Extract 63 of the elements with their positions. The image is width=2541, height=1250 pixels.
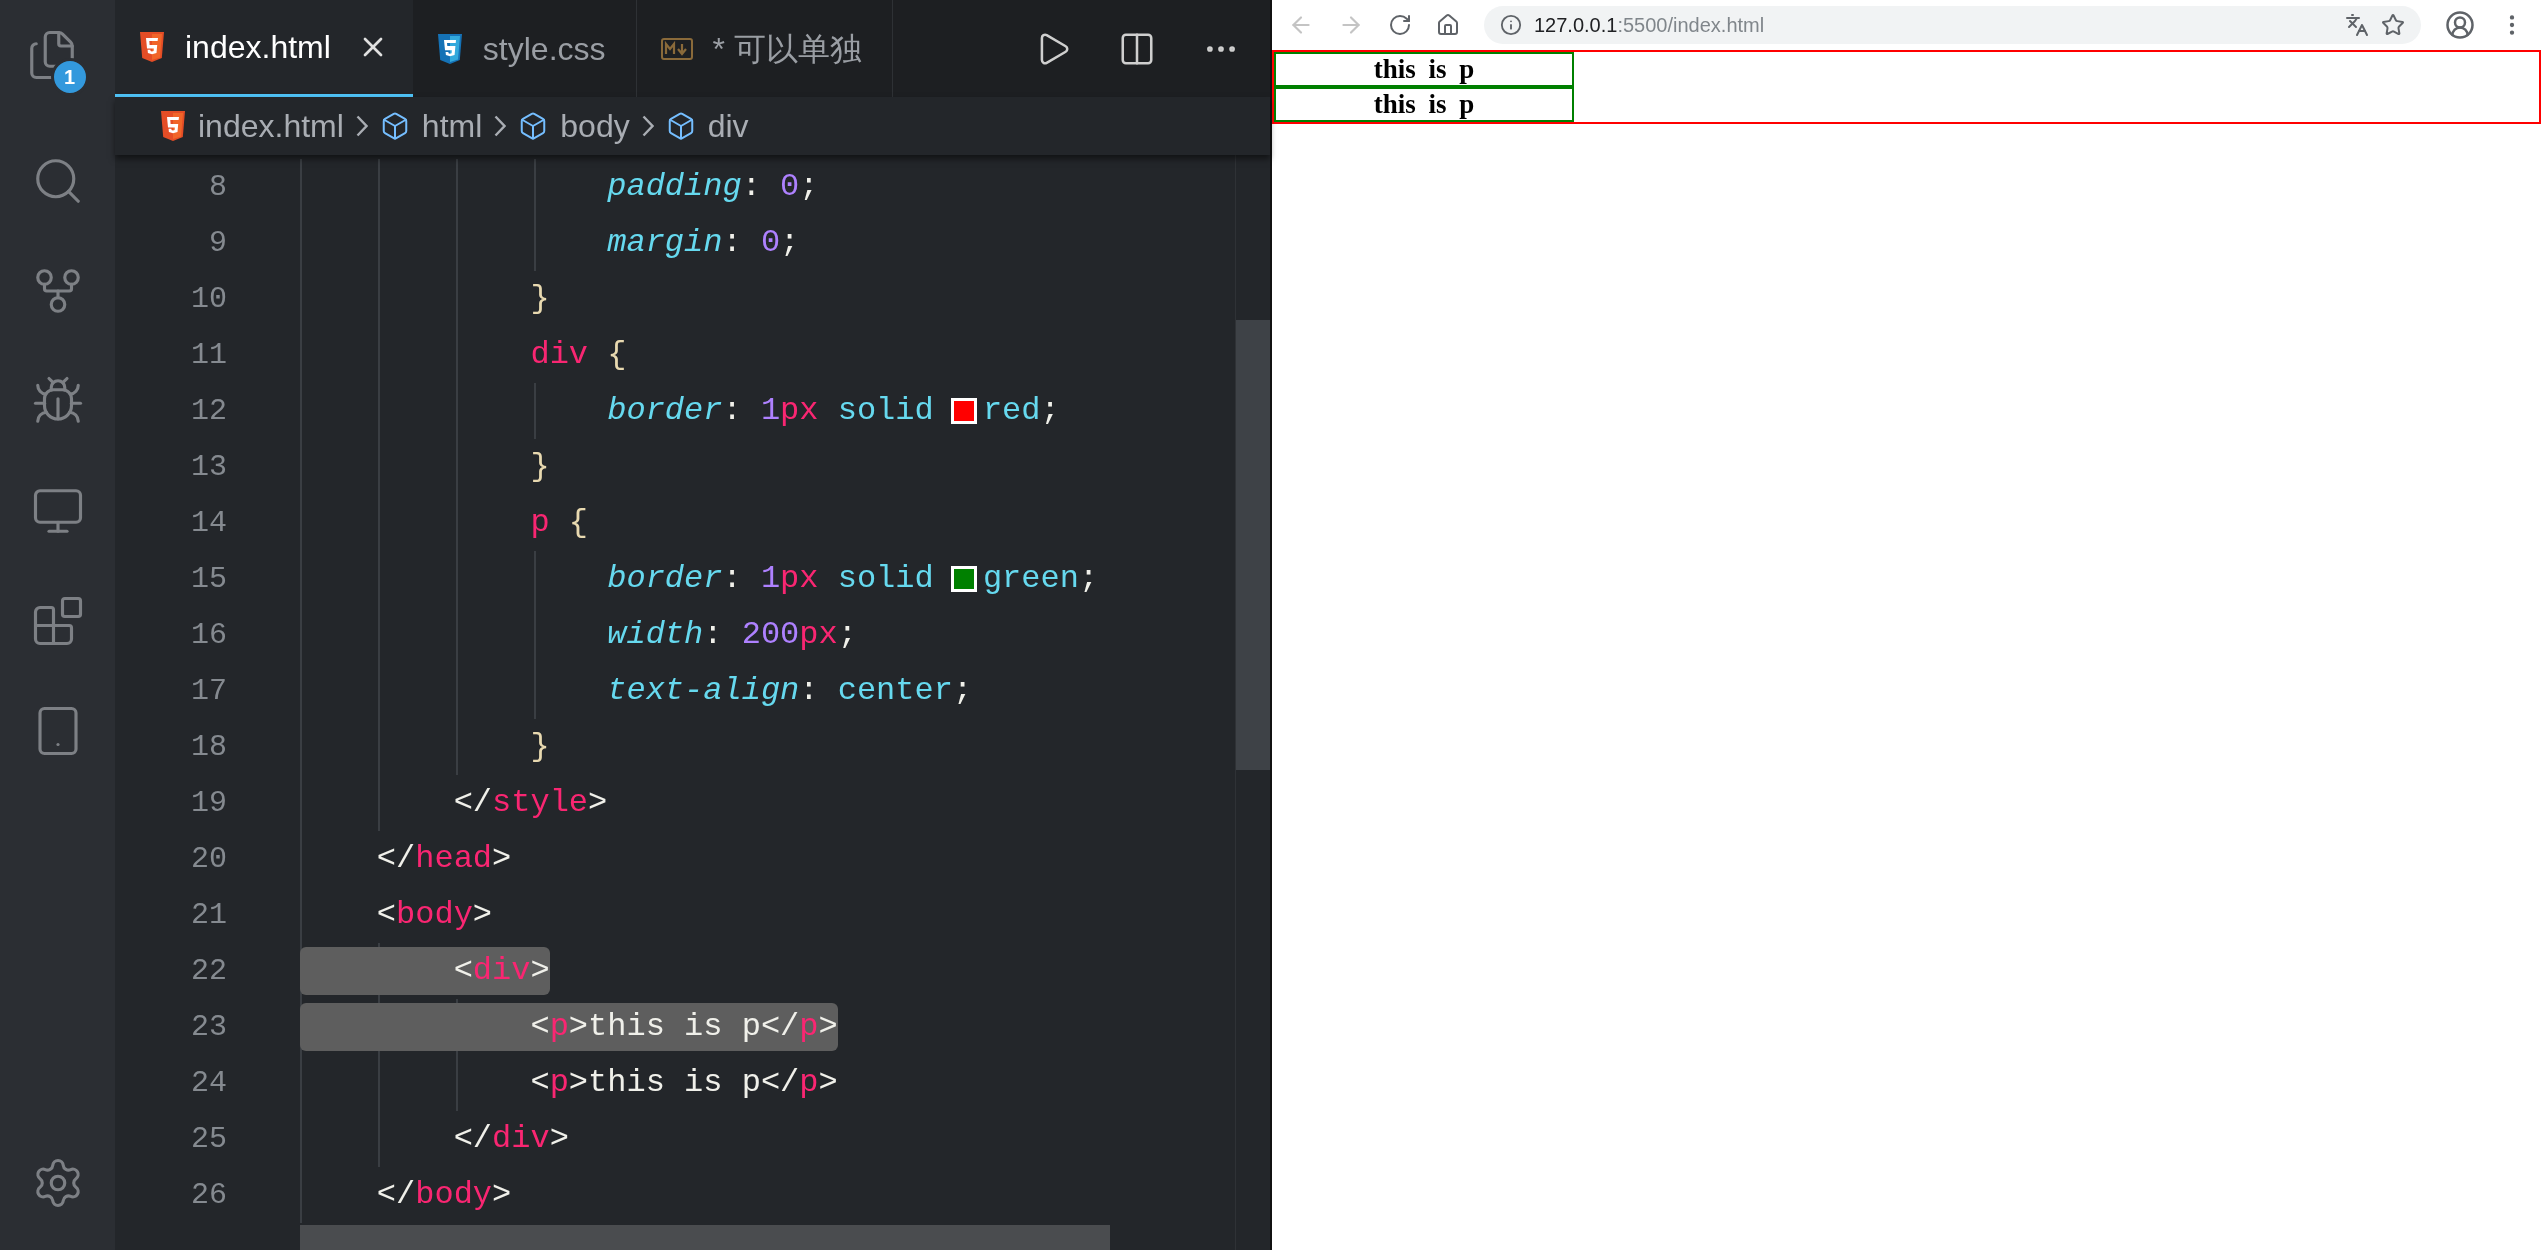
html-file-icon [160,111,186,141]
line-number: 25 [190,1120,227,1158]
code-line: p { [529,503,589,543]
code-line: </style> [452,783,608,823]
line-number: 15 [190,560,227,598]
editor-tab[interactable]: index.html [115,0,413,97]
code-line: border: 1px solid green; [606,559,1099,599]
page-paragraph: this is p [1274,52,1574,87]
line-number: 16 [190,616,227,654]
reload-icon[interactable] [1388,13,1412,37]
chevron-icon [494,115,507,137]
translate-icon[interactable] [2345,13,2369,37]
code-line: </body> [375,1175,512,1215]
page-paragraph: this is p [1274,87,1574,122]
code-line: border: 1px solid red; [606,391,1060,431]
home-icon[interactable] [1436,13,1460,37]
line-number: 23 [190,1008,227,1046]
star-icon[interactable] [2381,13,2405,37]
line-number: 8 [208,168,227,206]
profile-icon[interactable] [2445,10,2475,40]
horizontal-scrollbar-thumb[interactable] [300,1225,1110,1250]
line-number: 26 [190,1176,227,1214]
line-number: 9 [208,224,227,262]
line-number: 21 [190,896,227,934]
address-bar[interactable]: 127.0.0.1:5500/index.html [1484,6,2421,44]
breadcrumb-item[interactable]: body [560,102,630,150]
code-line: padding: 0; [606,167,819,207]
line-number: 12 [190,392,227,430]
code-line: <p>this is p</p> [529,1063,838,1103]
code-line: </div> [452,1119,569,1159]
chevron-icon [641,115,654,137]
css-file-icon [436,33,463,64]
breadcrumb-item[interactable]: html [421,102,483,150]
code-line: div { [529,335,627,375]
chevron-icon [355,115,368,137]
html-file-icon [139,32,165,62]
line-number: 14 [190,504,227,542]
notification-badge: 1 [50,58,89,96]
code-line: <body> [375,895,493,935]
code-line: </head> [375,839,512,879]
info-icon [1500,14,1522,36]
line-number: 19 [190,784,227,822]
url-text: 127.0.0.1:5500/index.html [1534,13,1766,38]
line-number: 17 [190,672,227,710]
code-line: width: 200px; [606,615,857,655]
color-swatch[interactable] [950,398,977,424]
line-number: 24 [190,1064,227,1102]
code-line: } [529,447,550,487]
line-number: 13 [190,448,227,486]
line-number: 22 [190,952,227,990]
breadcrumb-item[interactable]: index.html [198,102,344,150]
scrollbar-thumb[interactable] [1236,320,1270,770]
markdown-file-icon [660,37,693,60]
color-swatch[interactable] [950,566,977,592]
code-line: } [529,279,550,319]
code-line: text-align: center; [606,671,973,711]
code-line: margin: 0; [606,223,800,263]
line-number: 10 [190,280,227,318]
code-line: } [529,727,550,767]
breadcrumb-item[interactable]: div [707,102,749,150]
line-number: 20 [190,840,227,878]
line-number: 11 [190,336,227,374]
line-number: 18 [190,728,227,766]
